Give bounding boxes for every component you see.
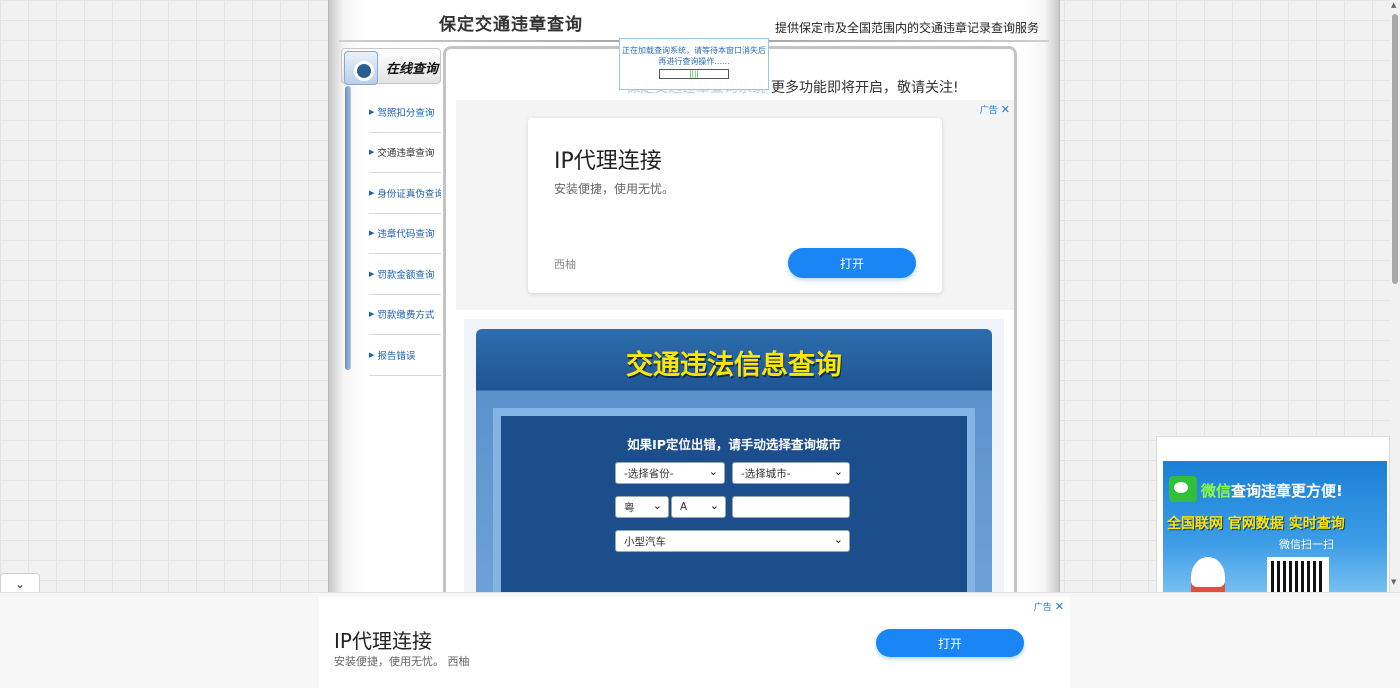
page-title: 保定交通违章查询 [439,15,583,35]
sidebar-header: 在线查询 [341,48,441,85]
arrow-right-icon: ▶ [369,229,375,238]
arrow-right-icon: ▶ [369,269,375,278]
chevron-down-icon: ⌄ [833,465,843,478]
sidebar-title: 在线查询 [386,62,439,77]
close-icon[interactable]: ✕ [1055,600,1064,613]
plate-number-input[interactable] [732,496,850,518]
sidebar-item-violation-query[interactable]: ▶ 交通违章查询 [369,133,441,173]
query-title: 交通违法信息查询 [626,350,842,381]
province-select[interactable]: -选择省份- ⌄ [615,462,725,484]
ad-title: IP代理连接 [334,629,432,653]
query-prompt: 如果IP定位出错，请手动选择查询城市 [627,437,841,452]
arrow-right-icon: ▶ [369,107,375,116]
arrow-right-icon: ▶ [369,148,375,157]
sidebar-item-fine-amount[interactable]: ▶ 罚款金额查询 [369,254,441,295]
page-subtitle: 提供保定市及全国范围内的交通违章记录查询服务 [774,21,1039,35]
sidebar-item-id-verify[interactable]: ▶ 身份证真伪查询 [369,173,441,214]
bottom-ad-banner[interactable]: 广告 ✕ IP代理连接 安装便捷，使用无忧。 西柚 打开 [319,597,1070,688]
sidebar-item-label: 违章代码查询 [377,229,435,241]
vehicle-type-select[interactable]: 小型汽车 ⌄ [615,530,850,552]
plate-prefix-select[interactable]: 粤 ⌄ [615,496,669,518]
sidebar-item-label: 罚款金额查询 [377,269,435,281]
notice-text: 更多功能即将开启，敬请关注! [771,80,959,96]
chevron-down-icon: ⌄ [833,533,843,546]
ad-open-button[interactable]: 打开 [788,248,916,278]
sidebar-item-label: 报告错误 [377,350,416,362]
arrow-right-icon: ▶ [369,188,375,197]
scroll-up-icon[interactable]: ▲ [1391,1,1396,9]
close-icon[interactable]: ✕ [1001,103,1010,116]
sidebar-item-label: 交通违章查询 [377,148,435,160]
scroll-down-icon[interactable]: ▼ [1391,578,1396,586]
wechat-ad-scan-text: 微信扫一扫 [1279,538,1334,551]
mascot-icon [1191,557,1225,597]
bottom-ad-bar: 广告 ✕ IP代理连接 安装便捷，使用无忧。 西柚 打开 [0,592,1400,688]
ad-banner-top: 广告 ✕ IP代理连接 安装便捷，使用无忧。 西柚 打开 [456,100,1014,310]
city-select[interactable]: -选择城市- ⌄ [732,462,850,484]
sidebar-item-label: 身份证真伪查询 [377,188,441,200]
ad-title: IP代理连接 [554,149,662,174]
ad-label: 广告 ✕ [1033,600,1064,613]
right-floating-ad[interactable]: 微信查询违章更方便! 全国联网 官网数据 实时查询 微信扫一扫 [1156,436,1390,597]
sidebar-item-fine-payment[interactable]: ▶ 罚款缴费方式 [369,295,441,335]
chevron-down-icon: ⌄ [652,499,662,512]
sidebar-item-label: 罚款缴费方式 [377,310,435,322]
ad-brand: 西柚 [554,258,576,271]
loading-progress-bar: |||| [659,69,729,79]
loading-message: 正在加载查询系统，请等待本窗口消失后再进行查询操作...... [622,46,766,66]
ad-open-button[interactable]: 打开 [876,629,1024,657]
page-scrollbar[interactable]: ▲ ▼ [1390,0,1400,592]
wechat-ad-tagline: 全国联网 官网数据 实时查询 [1167,516,1345,532]
ad-label: 广告 ✕ [979,103,1010,116]
collapse-ad-button[interactable]: ⌄ [0,573,40,593]
ad-description: 安装便捷，使用无忧。 [554,182,675,196]
wechat-icon [1169,476,1197,502]
sidebar-rail [345,86,351,370]
query-form: 如果IP定位出错，请手动选择查询城市 -选择省份- ⌄ -选择城市- ⌄ 粤 ⌄ A ⌄… [501,416,967,600]
camera-icon [344,51,378,85]
content-panel: 保定交通违章查询系统 更多功能即将开启，敬请关注! 广告✕ IP代理连接 安装便… [443,46,1017,600]
sidebar-item-violation-code[interactable]: ▶ 违章代码查询 [369,214,441,254]
chevron-down-icon: ⌄ [708,465,718,478]
qr-code-icon [1267,557,1329,597]
ad-description: 安装便捷，使用无忧。 西柚 [334,655,470,668]
sidebar-item-label: 驾照扣分查询 [377,107,435,119]
arrow-right-icon: ▶ [369,310,375,319]
plate-letter-select[interactable]: A ⌄ [671,496,726,518]
query-widget: 交通违法信息查询 如果IP定位出错，请手动选择查询城市 -选择省份- ⌄ -选择城… [476,329,992,600]
ad-card[interactable]: IP代理连接 安装便捷，使用无忧。 西柚 打开 [528,118,942,293]
chevron-down-icon: ⌄ [709,499,719,512]
main-frame: 保定交通违章查询 提供保定市及全国范围内的交通违章记录查询服务 在线查询 ▶ 驾照… [328,0,1060,600]
wechat-ad-card: 微信查询违章更方便! 全国联网 官网数据 实时查询 微信扫一扫 [1163,461,1387,597]
scroll-thumb[interactable] [1392,14,1398,284]
sidebar-menu: ▶ 驾照扣分查询 ▶ 交通违章查询 ▶ 身份证真伪查询 ▶ 违章代码查询 ▶ 罚款金额查询… [369,92,441,376]
query-form-frame: 如果IP定位出错，请手动选择查询城市 -选择省份- ⌄ -选择城市- ⌄ 粤 ⌄ A ⌄… [493,408,975,600]
arrow-right-icon: ▶ [369,350,375,359]
loading-popup: 正在加载查询系统，请等待本窗口消失后再进行查询操作...... |||| [619,38,769,90]
sidebar-item-report-error[interactable]: ▶ 报告错误 [369,335,441,376]
wechat-ad-headline: 微信查询违章更方便! [1201,482,1343,500]
sidebar-item-license-points[interactable]: ▶ 驾照扣分查询 [369,92,441,133]
